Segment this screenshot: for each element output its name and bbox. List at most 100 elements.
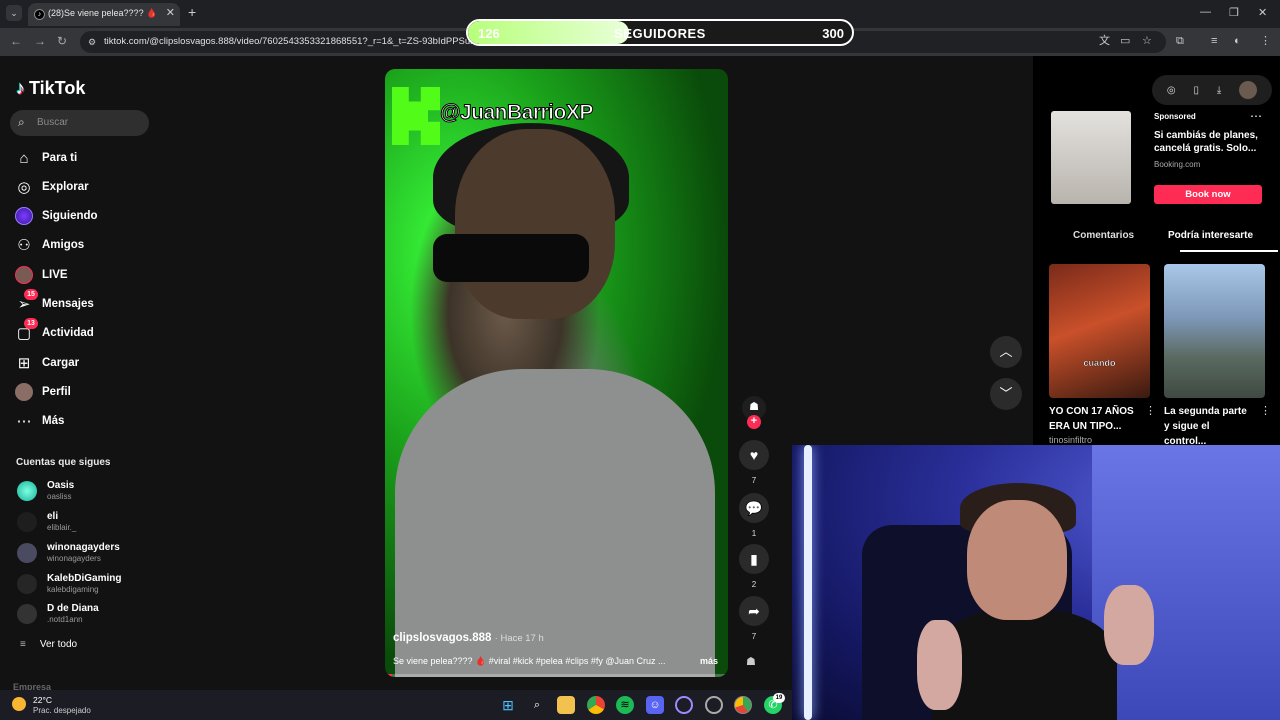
- following-account[interactable]: winonagayders winonagayders: [17, 540, 157, 566]
- following-avatar-icon: [14, 206, 34, 226]
- recommended-author: tinosinfiltro: [1049, 435, 1093, 445]
- video-author[interactable]: clipslosvagos.888 · Hace 17 h: [393, 632, 544, 644]
- profile-avatar-icon[interactable]: ◐: [1234, 35, 1241, 47]
- following-account[interactable]: eli eliblair._: [17, 509, 157, 535]
- goal-target-count: 300: [822, 26, 844, 41]
- webcam-right-hand: [1104, 585, 1154, 665]
- reload-icon[interactable]: ↻: [57, 35, 67, 47]
- forward-arrow-icon[interactable]: →: [34, 35, 46, 47]
- right-tabs: Comentarios Podría interesarte: [1049, 226, 1278, 252]
- windows-start-icon[interactable]: ⊞: [499, 696, 517, 714]
- bookmark-star-icon[interactable]: ☆: [1142, 35, 1152, 47]
- like-button[interactable]: ♥ 7: [738, 440, 770, 485]
- user-avatar[interactable]: [1239, 81, 1258, 99]
- cast-icon[interactable]: ▭: [1120, 35, 1130, 47]
- more-icon: ⋯: [16, 413, 32, 430]
- taskbar-search-icon[interactable]: ⌕: [528, 696, 546, 714]
- account-name: KalebDiGaming: [47, 573, 122, 584]
- book-now-button[interactable]: Book now: [1154, 185, 1262, 204]
- whatsapp-badge: 19: [773, 693, 785, 703]
- more-options-icon[interactable]: ⋮: [1260, 404, 1271, 417]
- more-options-icon[interactable]: ⋮: [1145, 404, 1156, 417]
- webcam-left-hand: [917, 620, 962, 710]
- compass-icon: ◎: [17, 179, 31, 196]
- nav-item-mas[interactable]: ⋯ Más: [14, 410, 154, 432]
- kick-logo-icon: [392, 87, 440, 145]
- recommended-title: YO CON 17 AÑOS ERA UN TIPO...: [1049, 406, 1134, 432]
- account-username: eliblair._: [47, 523, 77, 532]
- nav-item-live[interactable]: LIVE: [14, 264, 154, 286]
- reading-list-icon[interactable]: ≡: [1211, 35, 1217, 47]
- app-ring-icon[interactable]: [675, 696, 693, 714]
- new-tab-icon[interactable]: +: [188, 5, 196, 19]
- previous-video-button[interactable]: ︿: [990, 336, 1022, 368]
- translate-icon[interactable]: 文: [1099, 35, 1110, 47]
- following-account[interactable]: Oasis oasliss: [17, 478, 157, 504]
- save-button[interactable]: ▮ 2: [738, 544, 770, 589]
- following-section-title: Cuentas que sigues: [16, 457, 111, 468]
- follow-plus-icon[interactable]: +: [747, 415, 761, 429]
- chrome-profile-icon[interactable]: [734, 696, 752, 714]
- comment-button[interactable]: 💬 1: [738, 493, 770, 538]
- extensions-icon[interactable]: ⧉: [1176, 35, 1184, 47]
- obs-icon[interactable]: [705, 696, 723, 714]
- tab-comentarios[interactable]: Comentarios: [1073, 230, 1134, 241]
- tiktok-logo[interactable]: ♪ TikTok: [16, 78, 85, 99]
- following-account[interactable]: KalebDiGaming kalebdigaming: [17, 571, 157, 597]
- bookmark-icon: ▮: [739, 544, 769, 574]
- browser-menu-icon[interactable]: ⋮: [1260, 35, 1271, 47]
- explore-icon[interactable]: ◎: [1167, 85, 1176, 96]
- close-window-icon[interactable]: ✕: [1258, 6, 1267, 19]
- avatar: [17, 481, 37, 501]
- share-button[interactable]: ➦ 7: [738, 596, 770, 641]
- video-player[interactable]: @JuanBarrioXP clipslosvagos.888 · Hace 1…: [385, 69, 728, 677]
- see-all-link[interactable]: ≡ Ver todo: [20, 639, 77, 650]
- avatar: [17, 543, 37, 563]
- friends-icon: ⚇: [17, 237, 31, 254]
- ad-title[interactable]: Si cambiás de planes, cancelá gratis. So…: [1154, 129, 1270, 155]
- recommended-video[interactable]: cuando YO CON 17 AÑOS ERA UN TIPO... tin…: [1049, 264, 1156, 445]
- spotify-icon[interactable]: ≋: [616, 696, 634, 714]
- back-arrow-icon[interactable]: ←: [10, 35, 22, 47]
- nav-label: Amigos: [42, 239, 85, 251]
- recommended-video[interactable]: La segunda parte y sigue el control... e…: [1164, 264, 1271, 460]
- nav-item-actividad[interactable]: ▢ 13 Actividad: [14, 318, 154, 344]
- discord-icon[interactable]: ☺: [646, 696, 664, 714]
- search-icon: ⌕: [18, 115, 25, 129]
- recommended-title: La segunda parte y sigue el control...: [1164, 406, 1247, 447]
- live-avatar-icon: [14, 265, 34, 285]
- tab-search-button[interactable]: ⌄: [6, 5, 22, 21]
- close-tab-icon[interactable]: ✕: [166, 8, 175, 19]
- upload-icon: ⊞: [17, 355, 31, 372]
- video-progress-bar[interactable]: [385, 674, 728, 677]
- minimize-icon[interactable]: —: [1200, 6, 1211, 18]
- next-video-button[interactable]: ﹀: [990, 378, 1022, 410]
- chrome-icon[interactable]: [587, 696, 605, 714]
- download-icon[interactable]: ⤓: [1217, 85, 1221, 96]
- search-input[interactable]: ⌕ Buscar: [10, 110, 149, 136]
- nav-item-siguiendo[interactable]: Siguiendo: [14, 205, 154, 227]
- nav-item-cargar[interactable]: ⊞ Cargar: [14, 352, 154, 374]
- music-disc-icon[interactable]: ☗: [746, 655, 756, 668]
- ad-options-icon[interactable]: ⋯: [1250, 109, 1262, 123]
- nav-item-amigos[interactable]: ⚇ Amigos: [14, 234, 154, 256]
- phone-icon[interactable]: ▯: [1193, 85, 1199, 96]
- following-account[interactable]: D de Diana .notd1ann: [17, 601, 157, 627]
- nav-item-perfil[interactable]: Perfil: [14, 381, 154, 403]
- sidebar: ♪ TikTok ⌕ Buscar ⌂ Para ti ◎ Explorar S…: [0, 56, 160, 692]
- tab-podria-interesarte[interactable]: Podría interesarte: [1168, 230, 1253, 241]
- nav-item-para-ti[interactable]: ⌂ Para ti: [14, 147, 154, 169]
- file-explorer-icon[interactable]: [557, 696, 575, 714]
- browser-tab-active[interactable]: ♪ (28)Se viene pelea???? 🩸 #viral ✕: [28, 3, 180, 26]
- site-info-icon[interactable]: ⚙: [88, 36, 100, 48]
- webcam-neon-light: [804, 445, 812, 720]
- goal-label: SEGUIDORES: [614, 26, 706, 41]
- more-link[interactable]: más: [700, 656, 718, 666]
- nav-item-mensajes[interactable]: ➢ 15 Mensajes: [14, 289, 154, 315]
- video-frame-sunglasses: [433, 234, 589, 282]
- ad-image[interactable]: [1051, 111, 1131, 204]
- nav-item-explorar[interactable]: ◎ Explorar: [14, 176, 154, 198]
- active-tab-indicator: [1180, 250, 1278, 252]
- nav-label: Explorar: [42, 181, 89, 193]
- maximize-icon[interactable]: ❐: [1229, 6, 1239, 19]
